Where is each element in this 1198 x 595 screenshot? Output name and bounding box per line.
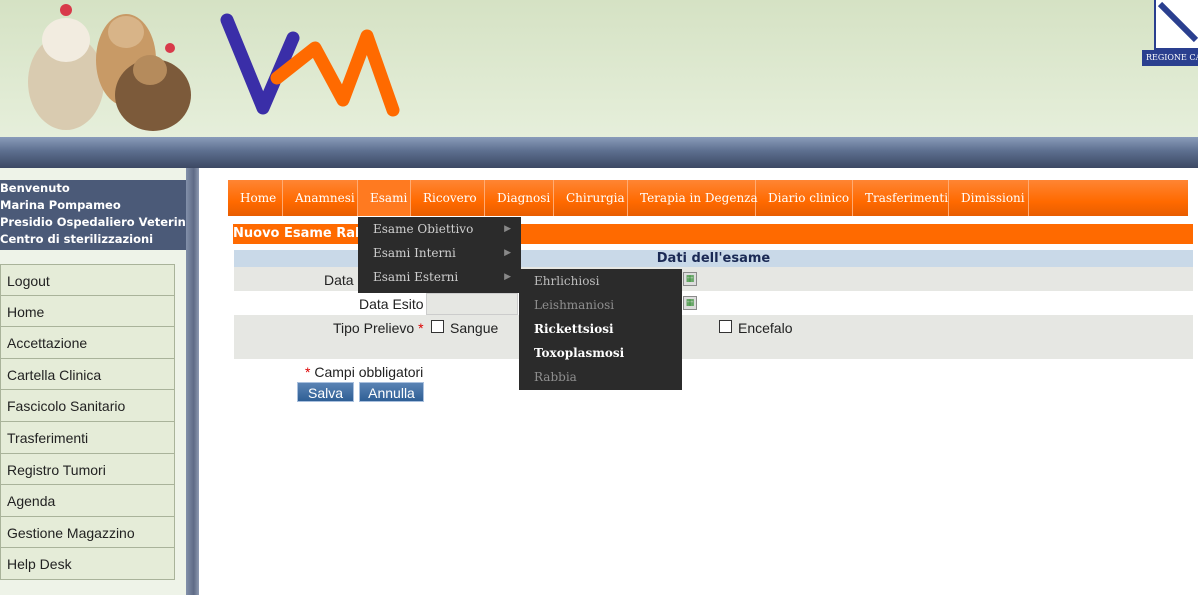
nav-esami[interactable]: Esami: [358, 180, 411, 216]
sangue-label: Sangue: [450, 320, 499, 336]
data-esito-input[interactable]: [426, 293, 518, 315]
welcome-box: Benvenuto Marina Pompameo Presidio Osped…: [0, 180, 212, 250]
chevron-right-icon: ▶: [504, 248, 511, 258]
submenu-item-ehrlichiosi[interactable]: Ehrlichiosi: [519, 269, 682, 293]
dogs-image: [18, 0, 200, 134]
submenu-item-rabbia[interactable]: Rabbia: [519, 365, 682, 389]
data-esito-label: Data Esito: [359, 296, 424, 312]
menu-item-esami-esterni[interactable]: Esami Esterni ▶: [358, 265, 521, 289]
cancel-button[interactable]: Annulla: [359, 382, 424, 402]
chevron-right-icon: ▶: [504, 224, 511, 234]
tipo-prelievo-label: Tipo Prelievo *: [333, 320, 424, 336]
tipo-prelievo-text: Tipo Prelievo: [333, 320, 415, 336]
nav-diario-clinico[interactable]: Diario clinico: [756, 180, 853, 216]
nav-diagnosi[interactable]: Diagnosi: [485, 180, 554, 216]
centro-name: Centro di sterilizzazioni: [0, 232, 154, 246]
sidebar-divider: [186, 168, 199, 595]
nav-ricovero[interactable]: Ricovero: [411, 180, 485, 216]
nav-dimissioni[interactable]: Dimissioni: [949, 180, 1029, 216]
nav-trasferimenti[interactable]: Trasferimenti: [853, 180, 949, 216]
sidebar-item-home[interactable]: Home: [0, 295, 175, 328]
menu-item-esami-interni[interactable]: Esami Interni ▶: [358, 241, 521, 265]
vam-logo: [215, 8, 415, 136]
required-note: * Campi obbligatori: [305, 364, 423, 380]
esami-esterni-submenu: Ehrlichiosi Leishmaniosi Rickettsiosi To…: [519, 269, 682, 390]
regione-campania-logo: REGIONE CAMPANIA: [1142, 0, 1198, 70]
sidebar-item-accettazione[interactable]: Accettazione: [0, 327, 175, 359]
sidebar-item-registro-tumori[interactable]: Registro Tumori: [0, 453, 175, 486]
sidebar-item-cartella-clinica[interactable]: Cartella Clinica: [0, 358, 175, 391]
presidio-name: Presidio Ospedaliero Veterinario: [0, 215, 212, 229]
sidebar-menu: Logout Home Accettazione Cartella Clinic…: [0, 264, 175, 580]
save-button[interactable]: Salva: [297, 382, 354, 402]
top-nav: Home Anamnesi Esami Ricovero Diagnosi Ch…: [228, 180, 1188, 216]
nav-anamnesi[interactable]: Anamnesi: [283, 180, 358, 216]
header-banner: REGIONE CAMPANIA: [0, 0, 1198, 137]
chevron-right-icon: ▶: [504, 272, 511, 282]
encefalo-label: Encefalo: [738, 320, 793, 336]
data-label: Data: [324, 272, 354, 288]
sidebar-item-gestione-magazzino[interactable]: Gestione Magazzino: [0, 516, 175, 549]
menu-item-label: Esami Interni: [373, 246, 456, 260]
user-name: Marina Pompameo: [0, 198, 121, 212]
esami-dropdown: Esame Obiettivo ▶ Esami Interni ▶ Esami …: [358, 217, 521, 293]
menu-item-esame-obiettivo[interactable]: Esame Obiettivo ▶: [358, 217, 521, 241]
sidebar-item-trasferimenti[interactable]: Trasferimenti: [0, 421, 175, 454]
required-note-mark: *: [305, 364, 311, 380]
sidebar-item-agenda[interactable]: Agenda: [0, 485, 175, 517]
required-note-text: Campi obbligatori: [314, 364, 424, 380]
nav-terapia-in-degenza[interactable]: Terapia in Degenza: [628, 180, 758, 216]
nav-chirurgia[interactable]: Chirurgia: [554, 180, 628, 216]
required-mark: *: [418, 320, 424, 336]
calendar-icon[interactable]: ▦: [683, 296, 697, 310]
sangue-checkbox[interactable]: [431, 320, 444, 333]
submenu-item-leishmaniosi[interactable]: Leishmaniosi: [519, 293, 682, 317]
menu-item-label: Esame Obiettivo: [373, 222, 474, 236]
submenu-item-toxoplasmosi[interactable]: Toxoplasmosi: [519, 341, 682, 365]
sidebar-item-help-desk[interactable]: Help Desk: [0, 548, 175, 580]
sidebar-item-logout[interactable]: Logout: [0, 264, 175, 296]
menu-item-label: Esami Esterni: [373, 270, 459, 284]
calendar-icon[interactable]: ▦: [683, 272, 697, 286]
shield-icon: [1154, 0, 1198, 50]
region-label: REGIONE CAMPANIA: [1142, 50, 1198, 66]
sidebar-item-fascicolo-sanitario[interactable]: Fascicolo Sanitario: [0, 390, 175, 422]
nav-home[interactable]: Home: [228, 180, 283, 216]
header-band: [0, 137, 1198, 168]
welcome-line: Benvenuto: [0, 181, 70, 195]
encefalo-checkbox[interactable]: [719, 320, 732, 333]
submenu-item-rickettsiosi[interactable]: Rickettsiosi: [519, 317, 682, 341]
